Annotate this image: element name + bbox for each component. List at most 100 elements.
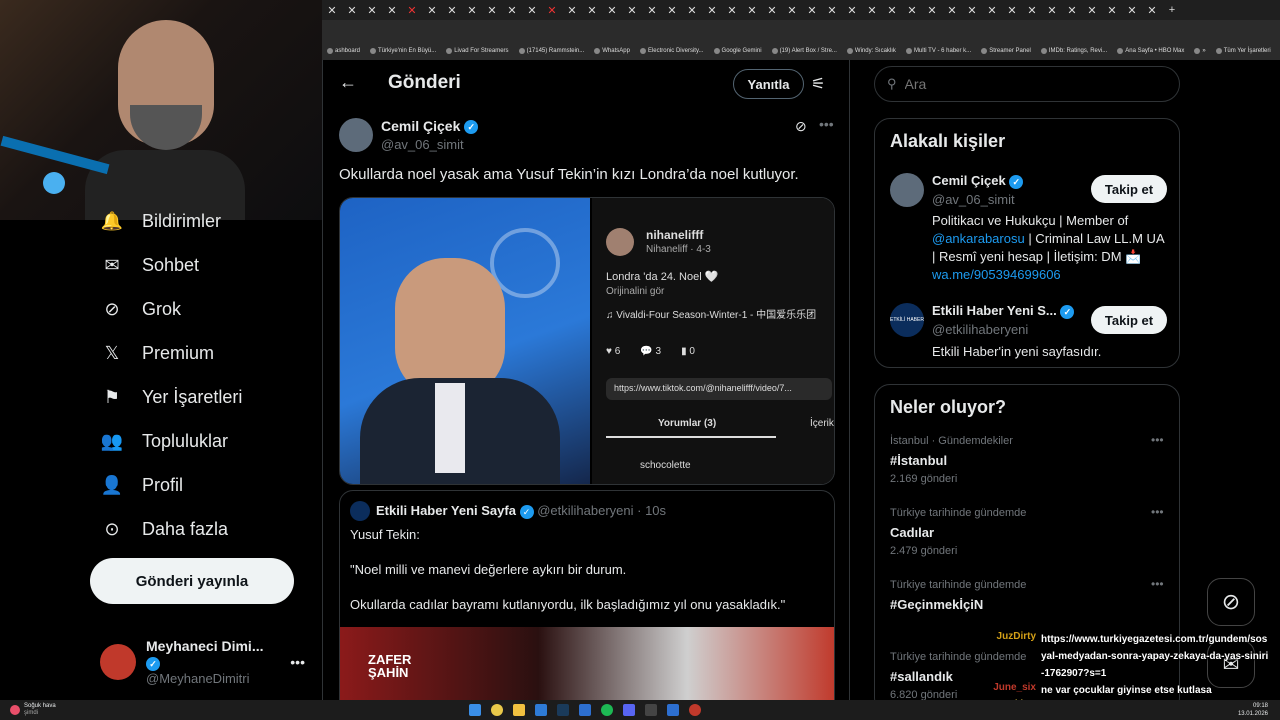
spotify-icon[interactable]: [601, 704, 613, 716]
browser-tab[interactable]: ✕: [662, 0, 682, 20]
author-name[interactable]: Cemil Çiçek: [381, 118, 460, 134]
trend-name[interactable]: #GeçinmekİçiN: [890, 597, 983, 612]
browser-tab[interactable]: ✕: [942, 0, 962, 20]
bookmark-item[interactable]: Tüm Yer İşaretleri: [1215, 48, 1271, 54]
bookmark-item[interactable]: Google Gemini: [713, 48, 762, 54]
browser-tab[interactable]: ✕: [682, 0, 702, 20]
obs-icon[interactable]: [689, 704, 701, 716]
sidebar-item-bildirimler[interactable]: 🔔 Bildirimler: [100, 206, 221, 236]
follow-button[interactable]: Takip et: [1091, 175, 1167, 203]
sidebar-item-yer-i̇şaretleri[interactable]: ⚑ Yer İşaretleri: [100, 382, 242, 412]
browser-tab[interactable]: ✕: [482, 0, 502, 20]
bookmark-item[interactable]: Ana Sayfa • HBO Max: [1117, 48, 1184, 54]
back-arrow-icon[interactable]: ←: [339, 72, 357, 93]
browser-tab[interactable]: ✕: [1002, 0, 1022, 20]
start-icon[interactable]: [469, 704, 481, 716]
browser-tab[interactable]: ✕: [822, 0, 842, 20]
address-bar[interactable]: [322, 20, 1280, 42]
sidebar-item-daha-fazla[interactable]: ⊙ Daha fazla: [100, 514, 228, 544]
browser-tab[interactable]: ✕: [922, 0, 942, 20]
grok-float-icon[interactable]: ⊘: [1207, 578, 1255, 626]
app-icon[interactable]: [535, 704, 547, 716]
browser-tab[interactable]: ✕: [382, 0, 402, 20]
browser-tab[interactable]: ✕: [702, 0, 722, 20]
author-handle[interactable]: @av_06_simit: [381, 137, 464, 152]
browser-tab[interactable]: ✕: [542, 0, 562, 20]
browser-tab[interactable]: ✕: [742, 0, 762, 20]
sidebar-item-premium[interactable]: 𝕏 Premium: [100, 338, 214, 368]
browser-tab[interactable]: ✕: [902, 0, 922, 20]
app-icon[interactable]: [579, 704, 591, 716]
more-icon[interactable]: •••: [1151, 433, 1164, 447]
reply-button[interactable]: Yanıtla: [733, 69, 804, 99]
browser-tab[interactable]: ✕: [882, 0, 902, 20]
related-handle[interactable]: @av_06_simit: [932, 192, 1015, 207]
bookmark-item[interactable]: Windy: Sıcaklık: [846, 48, 896, 54]
post-button[interactable]: Gönderi yayınla: [90, 558, 294, 604]
bookmark-item[interactable]: ashboard: [327, 48, 360, 54]
sidebar-item-grok[interactable]: ⊘ Grok: [100, 294, 181, 324]
steam-icon[interactable]: [557, 704, 569, 716]
new-tab-button[interactable]: +: [1162, 0, 1182, 20]
bookmark-item[interactable]: Livad For Streamers: [446, 48, 509, 54]
browser-tab[interactable]: ✕: [442, 0, 462, 20]
bookmark-item[interactable]: »: [1194, 48, 1206, 54]
bookmark-item[interactable]: WhatsApp: [594, 48, 630, 54]
sidebar-item-topluluklar[interactable]: 👥 Topluluklar: [100, 426, 228, 456]
post-media[interactable]: nihanelifff Nihaneliff · 4-3 Londra 'da …: [339, 197, 835, 485]
bookmark-item[interactable]: Electronic Diversity...: [639, 48, 704, 54]
settings-sliders-icon[interactable]: ⚟: [811, 74, 825, 94]
related-avatar-2[interactable]: ETKİLİ HABER: [890, 303, 924, 337]
browser-tab[interactable]: ✕: [462, 0, 482, 20]
app-icon[interactable]: [645, 704, 657, 716]
sidebar-item-sohbet[interactable]: ✉ Sohbet: [100, 250, 199, 280]
browser-tab[interactable]: ✕: [362, 0, 382, 20]
browser-tab[interactable]: ✕: [982, 0, 1002, 20]
trend-name[interactable]: Cadılar: [890, 525, 934, 540]
browser-tab[interactable]: ✕: [342, 0, 362, 20]
more-icon[interactable]: •••: [1151, 577, 1164, 591]
related-handle-2[interactable]: @etkilihaberyeni: [932, 322, 1028, 337]
browser-tab[interactable]: ✕: [582, 0, 602, 20]
account-switcher[interactable]: Meyhaneci Dimi... ✓ @MeyhaneDimitri •••: [100, 638, 330, 686]
browser-tab[interactable]: ✕: [642, 0, 662, 20]
bookmark-item[interactable]: Türkiye'nin En Büyü...: [370, 48, 436, 54]
browser-tab[interactable]: ✕: [962, 0, 982, 20]
bookmark-item[interactable]: (17145) Rammstein...: [518, 48, 584, 54]
more-icon[interactable]: •••: [290, 654, 305, 670]
browser-tab[interactable]: ✕: [1042, 0, 1062, 20]
bookmark-item[interactable]: IMDb: Ratings, Revi...: [1040, 48, 1107, 54]
browser-tab[interactable]: ✕: [402, 0, 422, 20]
search-box[interactable]: ⚲: [874, 66, 1180, 102]
more-icon[interactable]: •••: [819, 116, 834, 132]
browser-tab[interactable]: ✕: [1122, 0, 1142, 20]
browser-tab[interactable]: ✕: [1022, 0, 1042, 20]
browser-tab[interactable]: ✕: [1082, 0, 1102, 20]
related-name-2[interactable]: Etkili Haber Yeni S...: [932, 303, 1057, 318]
browser-tab[interactable]: ✕: [322, 0, 342, 20]
author-avatar[interactable]: [339, 118, 373, 152]
browser-tab[interactable]: ✕: [862, 0, 882, 20]
folder-icon[interactable]: [513, 704, 525, 716]
browser-tab[interactable]: ✕: [802, 0, 822, 20]
sidebar-item-profil[interactable]: 👤 Profil: [100, 470, 183, 500]
grok-icon[interactable]: ⊘: [795, 118, 807, 135]
chrome-icon[interactable]: [491, 704, 503, 716]
search-input[interactable]: [904, 76, 1145, 92]
bio-link-2[interactable]: wa.me/905394699606: [932, 267, 1061, 282]
browser-tab[interactable]: ✕: [622, 0, 642, 20]
browser-tab[interactable]: ✕: [422, 0, 442, 20]
quoted-post[interactable]: Etkili Haber Yeni Sayfa ✓ @etkilihaberye…: [339, 490, 835, 700]
bookmark-item[interactable]: Multi TV - 6 haber k...: [905, 48, 971, 54]
related-avatar[interactable]: [890, 173, 924, 207]
app-icon[interactable]: [667, 704, 679, 716]
browser-tab[interactable]: ✕: [522, 0, 542, 20]
related-name[interactable]: Cemil Çiçek: [932, 173, 1006, 188]
browser-tab[interactable]: ✕: [502, 0, 522, 20]
browser-tab[interactable]: ✕: [722, 0, 742, 20]
trend-name[interactable]: #İstanbul: [890, 453, 947, 468]
browser-tab[interactable]: ✕: [562, 0, 582, 20]
follow-button-2[interactable]: Takip et: [1091, 306, 1167, 334]
clock[interactable]: 09:18 13.01.2026: [1238, 702, 1268, 718]
weather-widget[interactable]: Soğuk hava şimdi: [0, 703, 150, 717]
